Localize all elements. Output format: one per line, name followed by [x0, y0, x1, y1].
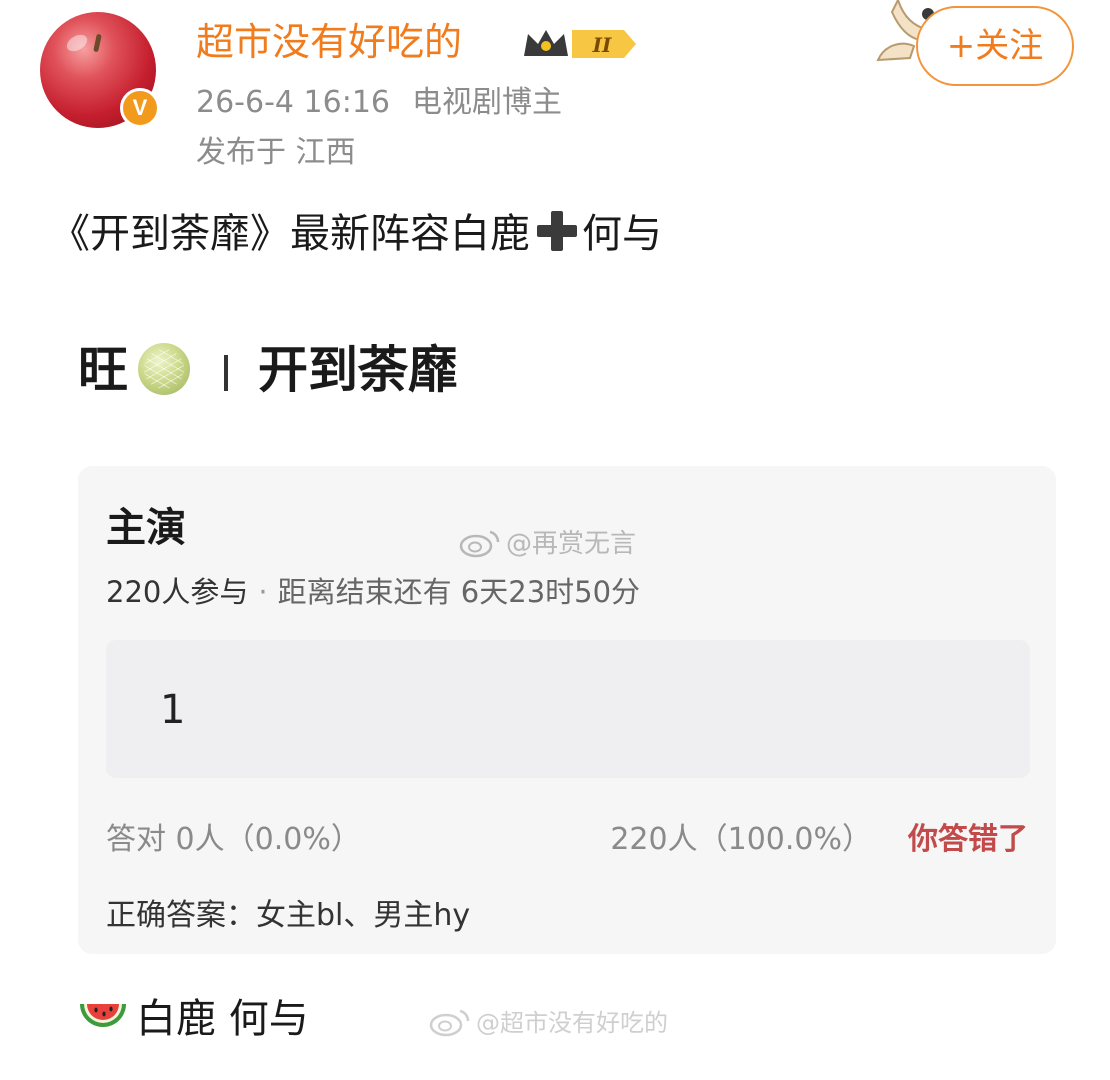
- quiz-option-label: 1: [160, 687, 186, 733]
- post-text-tail: 何与: [582, 211, 662, 257]
- post-text: 《开到荼靡》最新阵容白鹿 何与: [50, 206, 662, 262]
- watermark-bottom-text: @超市没有好吃的: [476, 1009, 668, 1037]
- time-remaining: 距离结束还有 6天23时50分: [277, 575, 641, 609]
- wrong-stat-row: 220人（100.0%） 你答错了: [610, 818, 1028, 862]
- weibo-logo-icon: [429, 1009, 470, 1037]
- apple-highlight: [63, 31, 91, 55]
- watermelon-icon: [80, 1004, 126, 1027]
- verified-badge-icon: V: [120, 88, 160, 128]
- separator-dot: ·: [258, 575, 268, 609]
- participant-count: 220人参与: [106, 575, 249, 609]
- title-prefix: 旺: [78, 341, 128, 399]
- username[interactable]: 超市没有好吃的: [196, 14, 462, 70]
- user-type: 电视剧博主: [412, 85, 562, 120]
- post-meta: 26-6-4 16:16 电视剧博主: [196, 82, 562, 124]
- post-location: 发布于 江西: [196, 135, 356, 170]
- post-text-main: 《开到荼靡》最新阵容白鹿: [50, 211, 530, 257]
- quiz-option[interactable]: 1: [106, 640, 1030, 778]
- quiz-stats: 220人参与 · 距离结束还有 6天23时50分: [106, 570, 640, 614]
- wrong-answer-label: 你答错了: [908, 822, 1028, 857]
- watermark-top: @再赏无言: [458, 526, 636, 562]
- apple-stem: [93, 33, 102, 53]
- quiz-heading: 主演: [106, 505, 186, 551]
- wrong-stat: 220人（100.0%）: [610, 822, 872, 857]
- weibo-logo-icon: [459, 530, 500, 558]
- post-date: 26-6-4 16:16: [196, 85, 390, 120]
- correct-stat: 答对 0人（0.0%）: [106, 822, 361, 857]
- watermark-bottom: @超市没有好吃的: [428, 1006, 668, 1040]
- level-text: II: [592, 33, 612, 57]
- cast-names: 白鹿 何与: [136, 996, 309, 1042]
- correct-answer: 正确答案：女主bl、男主hy: [106, 898, 471, 933]
- melon-icon: [138, 343, 190, 395]
- plus-icon: [532, 209, 580, 253]
- watermark-top-text: @再赏无言: [506, 529, 637, 559]
- title-drama-name: 开到荼靡: [258, 341, 458, 399]
- cast-line: 白鹿 何与: [78, 990, 309, 1048]
- title-divider: [224, 355, 228, 391]
- member-level-badge[interactable]: II: [520, 24, 638, 64]
- follow-button[interactable]: +关注: [916, 6, 1074, 86]
- screenshot-title: 旺 开到荼靡: [78, 336, 458, 404]
